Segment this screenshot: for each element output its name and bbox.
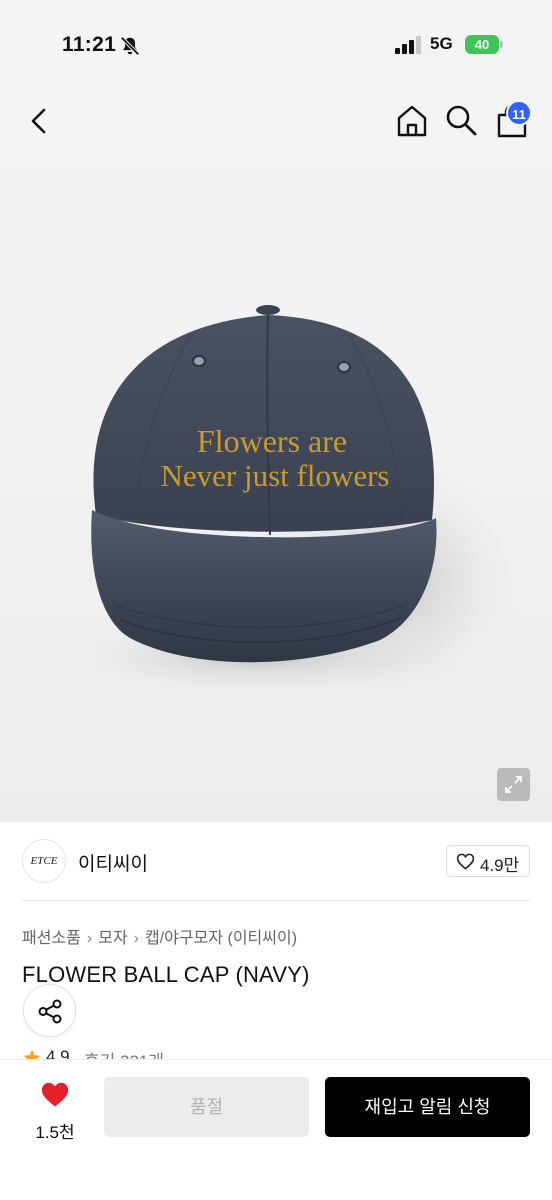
brand-like-button[interactable]: 4.9만 (446, 845, 530, 877)
cart-count-badge: 11 (506, 100, 532, 126)
expand-icon (505, 776, 522, 793)
breadcrumb-item-subcategory[interactable]: 모자 (98, 930, 127, 947)
network-type: 5G (430, 34, 453, 53)
back-icon[interactable] (24, 104, 56, 138)
brand-logo[interactable]: ETCE (22, 839, 66, 883)
heart-filled-icon (41, 1082, 69, 1107)
status-bar: 11:21 5G 40 (0, 0, 552, 90)
search-icon[interactable] (444, 103, 478, 137)
cap-embroidery-line1: Flowers are (197, 423, 347, 459)
wishlist-button[interactable]: 1.5천 (20, 1078, 90, 1142)
brand-like-count: 4.9만 (480, 856, 520, 875)
share-icon (38, 999, 62, 1024)
bell-off-icon (120, 36, 140, 56)
expand-image-button[interactable] (497, 768, 530, 801)
cap-embroidery-line2: Never just flowers (161, 458, 390, 493)
divider (22, 900, 530, 901)
breadcrumb-item-category[interactable]: 패션소품 (22, 930, 81, 947)
brand-row: ETCE 이티씨이 4.9만 (0, 822, 552, 900)
heart-outline-icon (456, 853, 475, 870)
breadcrumb-separator: › (86, 930, 93, 947)
bottom-action-bar: 1.5천 품절 재입고 알림 신청 (0, 1059, 552, 1200)
restock-alert-button[interactable]: 재입고 알림 신청 (325, 1077, 530, 1137)
signal-icon (395, 36, 421, 54)
wishlist-count: 1.5천 (35, 1123, 75, 1142)
battery-tip (500, 41, 503, 48)
share-button[interactable] (23, 984, 76, 1037)
cap-image: Flowers are Never just flowers (60, 305, 520, 700)
sold-out-button: 품절 (104, 1077, 309, 1137)
product-image-area[interactable]: 11:21 5G 40 11 Flowers are Never just fl… (0, 0, 552, 822)
status-time: 11:21 (62, 33, 117, 56)
home-icon[interactable] (394, 103, 430, 139)
breadcrumb-item-current[interactable]: 캡/야구모자 (이티씨이) (145, 930, 297, 947)
brand-name[interactable]: 이티씨이 (78, 849, 148, 876)
battery-indicator: 40 (465, 35, 499, 54)
breadcrumb: 패션소품 › 모자 › 캡/야구모자 (이티씨이) (22, 924, 297, 948)
breadcrumb-separator: › (133, 930, 139, 947)
product-title: FLOWER BALL CAP (NAVY) (22, 962, 310, 987)
